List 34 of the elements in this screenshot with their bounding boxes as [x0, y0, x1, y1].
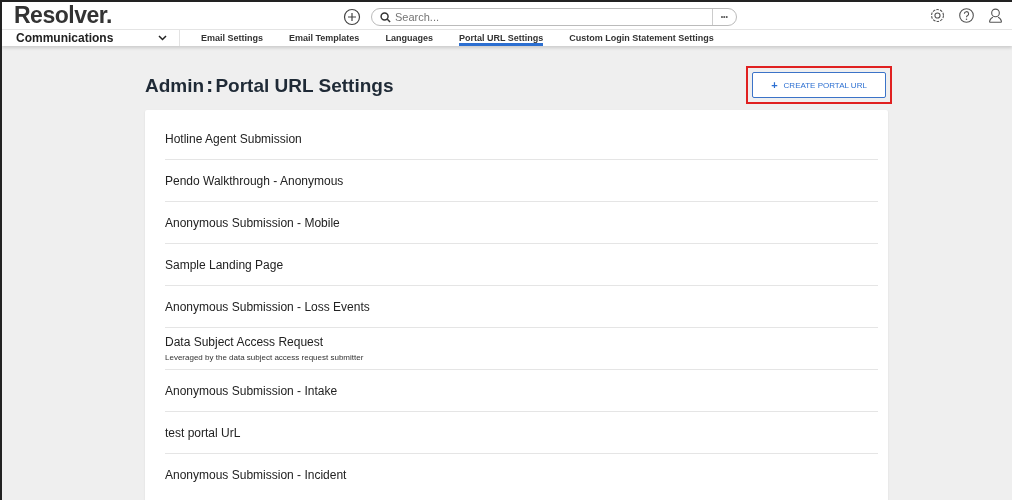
portal-row[interactable]: Anonymous Submission - Intake: [165, 370, 878, 412]
nav-tab[interactable]: Email Settings: [201, 30, 263, 46]
portal-description: Leveraged by the data subject access request submitter: [165, 353, 365, 362]
portal-name: Anonymous Submission - Mobile: [165, 215, 341, 230]
nav-tab[interactable]: Languages: [385, 30, 433, 46]
portal-row[interactable]: Pendo Walkthrough - Anonymous: [165, 160, 878, 202]
create-portal-button[interactable]: + CREATE PORTAL URL: [752, 72, 886, 98]
nav-tab[interactable]: Email Templates: [289, 30, 360, 46]
portal-name: Sample Landing Page: [165, 257, 285, 272]
user-icon[interactable]: [987, 7, 1004, 24]
section-dropdown[interactable]: Communications: [2, 30, 180, 46]
portal-row[interactable]: Sample Landing Page: [165, 244, 878, 286]
portal-row[interactable]: Anonymous Submission - Loss Events: [165, 286, 878, 328]
portal-row[interactable]: Data Subject Access Request Leveraged by the data subject access request submitter: [165, 328, 878, 370]
chevron-icon: [158, 35, 167, 41]
settings-icon[interactable]: [929, 7, 946, 24]
portal-row[interactable]: test portal UrL: [165, 412, 878, 454]
portal-name: Anonymous Submission - Intake: [165, 383, 339, 398]
portal-name: Hotline Agent Submission: [165, 131, 303, 146]
nav-tab[interactable]: Custom Login Statement Settings: [569, 30, 714, 46]
portal-name: Anonymous Submission - Incident: [165, 467, 348, 482]
search-icon: [380, 11, 391, 23]
portal-row[interactable]: Hotline Agent Submission: [165, 118, 878, 160]
add-icon[interactable]: [343, 8, 361, 26]
nav-tab[interactable]: Portal URL Settings: [458, 30, 544, 46]
portal-name: Data Subject Access Request: [165, 335, 325, 349]
portal-name: test portal UrL: [165, 425, 242, 440]
logo[interactable]: Resolver.: [14, 2, 112, 29]
portal-name: Pendo Walkthrough - Anonymous: [165, 173, 345, 188]
portal-name: Anonymous Submission - Loss Events: [165, 299, 371, 314]
page-title: Admin:Portal URL Settings: [145, 72, 394, 98]
help-icon[interactable]: [958, 7, 975, 24]
portal-row[interactable]: Anonymous Submission - Mobile: [165, 202, 878, 244]
portal-row[interactable]: Anonymous Submission - Incident: [165, 454, 878, 495]
